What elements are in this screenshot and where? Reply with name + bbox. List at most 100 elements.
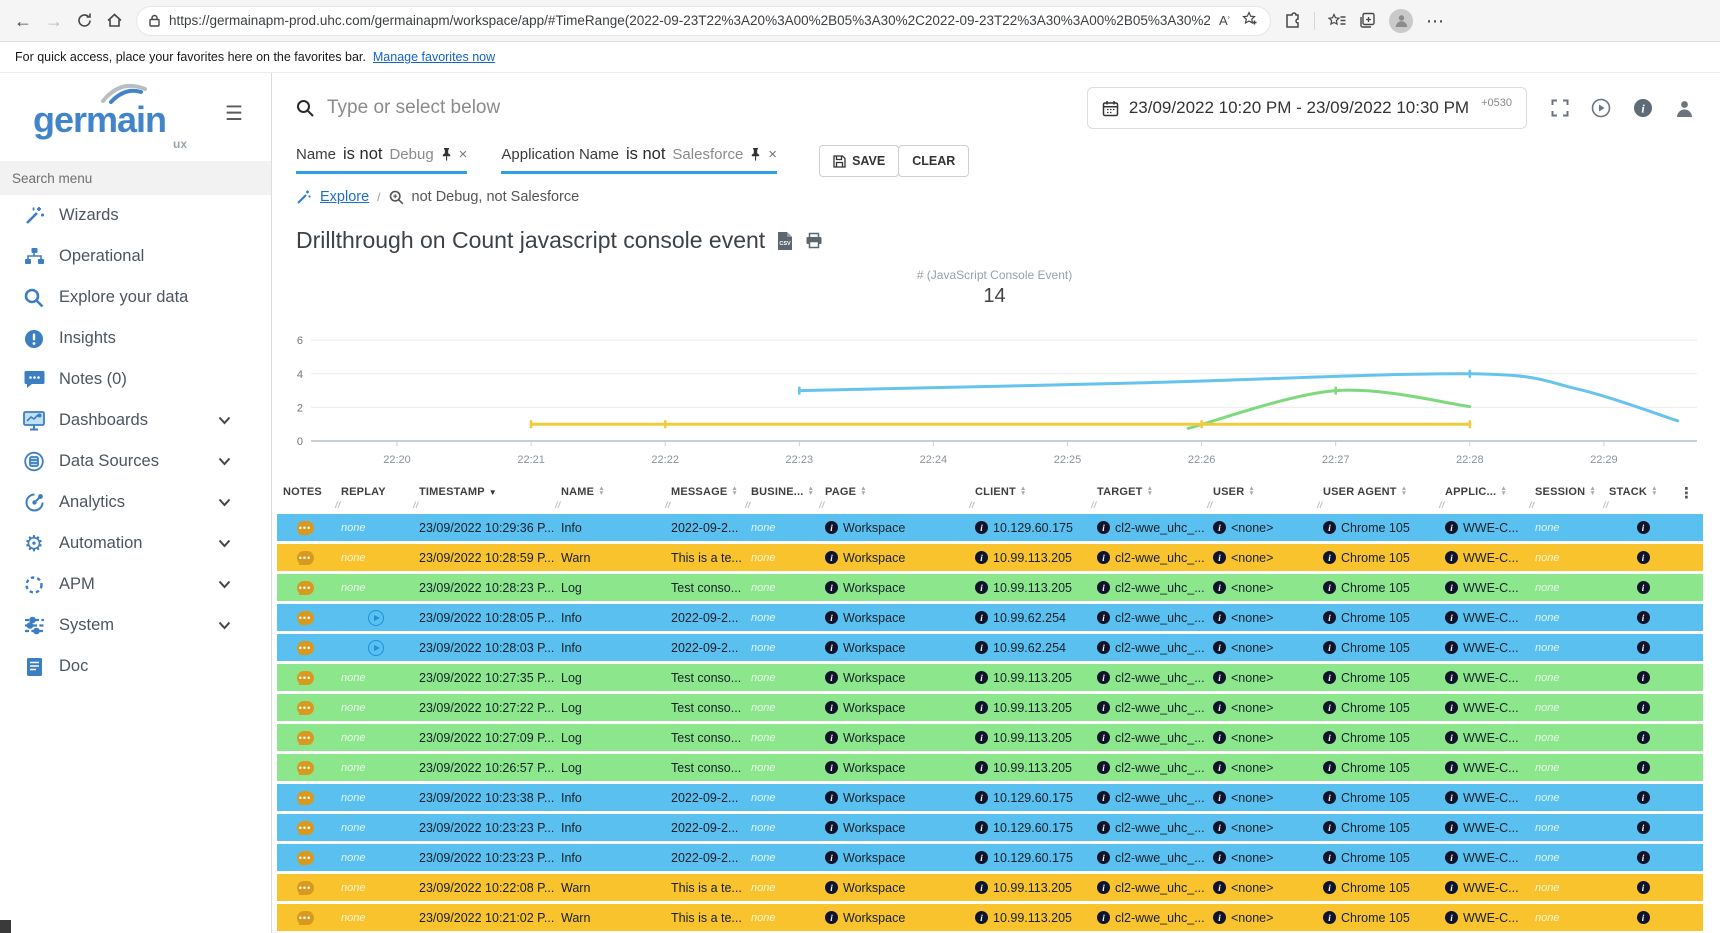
user-agent-cell[interactable]: iChrome 105 xyxy=(1317,611,1439,625)
sidebar-item-explore-your-data[interactable]: Explore your data xyxy=(0,277,271,318)
table-row[interactable]: •••none23/09/2022 10:22:08 P...WarnThis … xyxy=(277,874,1703,901)
table-row[interactable]: •••none23/09/2022 10:28:59 P...WarnThis … xyxy=(277,544,1703,571)
page-cell[interactable]: iWorkspace xyxy=(819,731,969,745)
stack-cell[interactable]: i xyxy=(1603,641,1679,654)
sidebar-item-wizards[interactable]: Wizards xyxy=(0,195,271,236)
table-row[interactable]: •••none23/09/2022 10:27:09 P...LogTest c… xyxy=(277,724,1703,751)
user-agent-cell[interactable]: iChrome 105 xyxy=(1317,671,1439,685)
user-cell[interactable]: i<none> xyxy=(1207,551,1317,565)
sort-icon[interactable]: ▲▼ xyxy=(1500,487,1507,496)
filter-chip-name[interactable]: Nameis notDebug× xyxy=(296,145,467,174)
profile-avatar[interactable] xyxy=(1389,9,1413,33)
note-bubble-icon[interactable]: ••• xyxy=(297,821,314,835)
user-cell[interactable]: i<none> xyxy=(1207,881,1317,895)
application-cell[interactable]: iWWE-C... xyxy=(1439,761,1529,775)
column-header-name[interactable]: NAME▲▼// xyxy=(555,482,665,510)
client-cell[interactable]: i10.129.60.175 xyxy=(969,521,1091,535)
export-csv-icon[interactable]: CSV xyxy=(777,232,793,250)
sort-icon[interactable]: ▲▼ xyxy=(860,487,867,496)
column-resize-handle[interactable]: // xyxy=(1317,500,1322,510)
client-cell[interactable]: i10.99.62.254 xyxy=(969,641,1091,655)
application-cell[interactable]: iWWE-C... xyxy=(1439,851,1529,865)
stack-info-icon[interactable]: i xyxy=(1637,911,1650,924)
user-cell[interactable]: i<none> xyxy=(1207,851,1317,865)
table-row[interactable]: •••none23/09/2022 10:21:02 P...WarnThis … xyxy=(277,904,1703,931)
target-cell[interactable]: icl2-wwe_uhc_... xyxy=(1091,671,1207,685)
column-header-notes[interactable]: NOTES xyxy=(277,482,335,510)
client-cell[interactable]: i10.99.62.254 xyxy=(969,611,1091,625)
target-cell[interactable]: icl2-wwe_uhc_... xyxy=(1091,731,1207,745)
notes-cell[interactable]: ••• xyxy=(277,791,335,805)
client-cell[interactable]: i10.129.60.175 xyxy=(969,821,1091,835)
search-input[interactable] xyxy=(327,97,1073,119)
remove-filter-icon[interactable]: × xyxy=(768,146,777,163)
user-agent-cell[interactable]: iChrome 105 xyxy=(1317,911,1439,925)
sort-icon[interactable]: ▲▼ xyxy=(1589,487,1596,496)
table-row[interactable]: •••none23/09/2022 10:27:22 P...LogTest c… xyxy=(277,694,1703,721)
column-resize-handle[interactable]: // xyxy=(969,500,974,510)
user-cell[interactable]: i<none> xyxy=(1207,611,1317,625)
browser-menu-icon[interactable]: ⋯ xyxy=(1426,12,1445,30)
save-button[interactable]: SAVE xyxy=(819,145,899,177)
extensions-icon[interactable] xyxy=(1284,12,1301,29)
client-cell[interactable]: i10.129.60.175 xyxy=(969,851,1091,865)
notes-cell[interactable]: ••• xyxy=(277,611,335,625)
fullscreen-icon[interactable] xyxy=(1551,99,1569,117)
note-bubble-icon[interactable]: ••• xyxy=(297,641,314,655)
table-row[interactable]: •••23/09/2022 10:28:03 P...Info2022-09-2… xyxy=(277,634,1703,661)
table-row[interactable]: •••none23/09/2022 10:28:23 P...LogTest c… xyxy=(277,574,1703,601)
date-range-picker[interactable]: 23/09/2022 10:20 PM - 23/09/2022 10:30 P… xyxy=(1087,87,1527,129)
application-cell[interactable]: iWWE-C... xyxy=(1439,671,1529,685)
target-cell[interactable]: icl2-wwe_uhc_... xyxy=(1091,791,1207,805)
stack-info-icon[interactable]: i xyxy=(1637,641,1650,654)
stack-cell[interactable]: i xyxy=(1603,671,1679,684)
application-cell[interactable]: iWWE-C... xyxy=(1439,551,1529,565)
sidebar-item-data-sources[interactable]: Data Sources xyxy=(0,441,271,482)
application-cell[interactable]: iWWE-C... xyxy=(1439,611,1529,625)
page-cell[interactable]: iWorkspace xyxy=(819,701,969,715)
column-resize-handle[interactable]: // xyxy=(745,500,750,510)
page-cell[interactable]: iWorkspace xyxy=(819,641,969,655)
column-header-user-agent[interactable]: USER AGENT▲▼// xyxy=(1317,482,1439,510)
info-icon[interactable]: i xyxy=(1633,98,1653,118)
sort-icon[interactable]: ▲▼ xyxy=(1248,487,1255,496)
stack-info-icon[interactable]: i xyxy=(1637,761,1650,774)
sidebar-item-system[interactable]: System xyxy=(0,605,271,646)
back-icon[interactable]: ← xyxy=(14,12,32,30)
column-header-session[interactable]: SESSION▲▼// xyxy=(1529,482,1603,510)
sort-icon[interactable]: ▲▼ xyxy=(1147,487,1154,496)
column-header-stack[interactable]: STACK▲▼// xyxy=(1603,482,1679,510)
read-aloud-icon[interactable]: A› xyxy=(1219,13,1230,28)
add-favorite-icon[interactable] xyxy=(1242,11,1258,31)
stack-cell[interactable]: i xyxy=(1603,791,1679,804)
page-cell[interactable]: iWorkspace xyxy=(819,851,969,865)
sort-desc-icon[interactable]: ▼ xyxy=(489,488,497,497)
user-cell[interactable]: i<none> xyxy=(1207,821,1317,835)
note-bubble-icon[interactable]: ••• xyxy=(297,701,314,715)
notes-cell[interactable]: ••• xyxy=(277,581,335,595)
application-cell[interactable]: iWWE-C... xyxy=(1439,731,1529,745)
client-cell[interactable]: i10.99.113.205 xyxy=(969,551,1091,565)
target-cell[interactable]: icl2-wwe_uhc_... xyxy=(1091,611,1207,625)
sort-icon[interactable]: ▲▼ xyxy=(808,487,815,496)
user-agent-cell[interactable]: iChrome 105 xyxy=(1317,641,1439,655)
replay-play-icon[interactable] xyxy=(368,640,384,656)
user-agent-cell[interactable]: iChrome 105 xyxy=(1317,791,1439,805)
sidebar-item-dashboards[interactable]: Dashboards xyxy=(0,400,271,441)
application-cell[interactable]: iWWE-C... xyxy=(1439,521,1529,535)
filter-chip-application-name[interactable]: Application Nameis notSalesforce× xyxy=(501,145,777,174)
user-agent-cell[interactable]: iChrome 105 xyxy=(1317,551,1439,565)
note-bubble-icon[interactable]: ••• xyxy=(297,791,314,805)
stack-cell[interactable]: i xyxy=(1603,701,1679,714)
notes-cell[interactable]: ••• xyxy=(277,731,335,745)
stack-info-icon[interactable]: i xyxy=(1637,701,1650,714)
sort-icon[interactable]: ▲▼ xyxy=(598,487,605,496)
client-cell[interactable]: i10.99.113.205 xyxy=(969,761,1091,775)
chevron-down-icon[interactable] xyxy=(218,412,231,430)
note-bubble-icon[interactable]: ••• xyxy=(297,671,314,685)
note-bubble-icon[interactable]: ••• xyxy=(297,911,314,925)
stack-info-icon[interactable]: i xyxy=(1637,821,1650,834)
table-row[interactable]: •••none23/09/2022 10:29:36 P...Info2022-… xyxy=(277,514,1703,541)
application-cell[interactable]: iWWE-C... xyxy=(1439,581,1529,595)
stack-info-icon[interactable]: i xyxy=(1637,851,1650,864)
